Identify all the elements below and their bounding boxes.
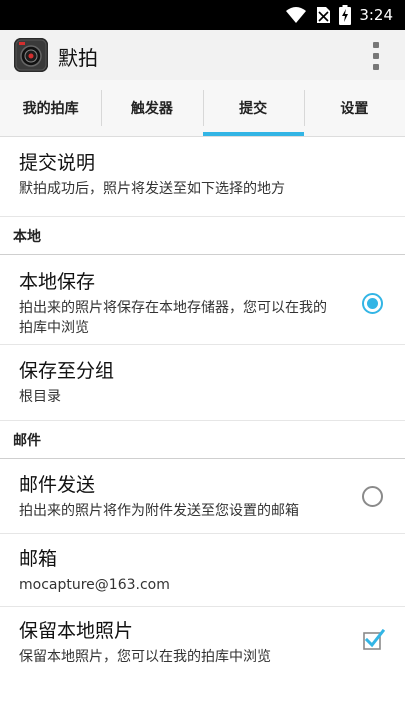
pref-keep-local-summary: 保留本地照片，您可以在我的拍库中浏览	[19, 649, 271, 665]
pref-keep-local-title: 保留本地照片	[19, 620, 134, 642]
tab-submit[interactable]: 提交	[202, 80, 305, 136]
pref-mail-send-summary: 拍出来的照片将作为附件发送至您设置的邮箱	[19, 503, 299, 519]
action-bar: 默拍	[0, 30, 405, 80]
tab-settings[interactable]: 设置	[303, 80, 405, 136]
overflow-menu-icon[interactable]	[371, 42, 381, 70]
pref-keep-local[interactable]: 保留本地照片 保留本地照片，您可以在我的拍库中浏览	[0, 607, 405, 675]
pref-local-save[interactable]: 本地保存 拍出来的照片将保存在本地存储器，您可以在我的拍库中浏览	[0, 255, 405, 345]
pref-submit-info-title: 提交说明	[19, 152, 96, 174]
pref-local-save-title: 本地保存	[19, 271, 96, 293]
pref-local-save-summary: 拍出来的照片将保存在本地存储器，您可以在我的拍库中浏览	[19, 300, 327, 336]
pref-mailbox-title: 邮箱	[19, 548, 58, 570]
submit-preferences: 提交说明 默拍成功后，照片将发送至如下选择的地方 本地 本地保存 拍出来的照片将…	[0, 138, 405, 675]
tab-bar: 我的拍库 触发器 提交 设置	[0, 80, 405, 137]
pref-mail-send[interactable]: 邮件发送 拍出来的照片将作为附件发送至您设置的邮箱	[0, 459, 405, 534]
status-time: 3:24	[359, 6, 393, 24]
app-logo-icon	[14, 38, 48, 72]
pref-mailbox-value: mocapture@163.com	[19, 577, 170, 593]
pref-save-group[interactable]: 保存至分组 根目录	[0, 345, 405, 421]
section-header-mail: 邮件	[0, 421, 405, 459]
battery-charging-icon	[339, 5, 352, 25]
pref-save-group-value: 根目录	[19, 389, 61, 405]
pref-submit-info-summary: 默拍成功后，照片将发送至如下选择的地方	[19, 181, 285, 197]
status-bar: 3:24	[0, 0, 405, 30]
pref-save-group-title: 保存至分组	[19, 360, 115, 382]
app-title: 默拍	[58, 46, 98, 70]
tab-my-library[interactable]: 我的拍库	[0, 80, 101, 136]
pref-mail-send-title: 邮件发送	[19, 474, 96, 496]
mail-send-radio[interactable]	[362, 486, 383, 507]
tab-triggers[interactable]: 触发器	[101, 80, 202, 136]
local-save-radio[interactable]	[362, 293, 383, 314]
pref-mailbox[interactable]: 邮箱 mocapture@163.com	[0, 534, 405, 607]
section-header-local: 本地	[0, 217, 405, 255]
wifi-icon	[286, 7, 307, 23]
no-sim-icon	[317, 7, 331, 23]
pref-submit-info: 提交说明 默拍成功后，照片将发送至如下选择的地方	[0, 138, 405, 217]
keep-local-checkbox[interactable]	[363, 629, 385, 651]
